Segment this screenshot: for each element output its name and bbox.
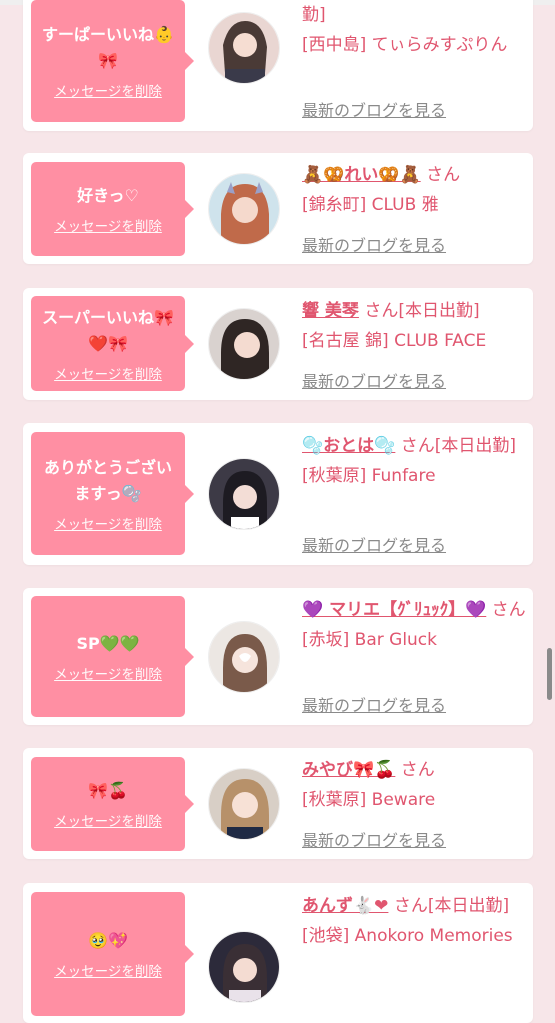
- latest-blog-link[interactable]: 最新のブログを見る: [302, 827, 446, 851]
- sender-shop: [錦糸町] CLUB 雅: [302, 195, 439, 215]
- sender-shop: [西中島] てぃらみすぷりん: [302, 35, 508, 55]
- delete-message-link[interactable]: メッセージを削除: [54, 80, 162, 100]
- sender-shop: [名古屋 錦] CLUB FACE: [302, 331, 487, 351]
- message-card: ありがとうございますっ🫧 メッセージを削除 🫧おとは🫧 さん[本日出勤] [秋葉…: [23, 423, 533, 565]
- sender-info: 🫧おとは🫧 さん[本日出勤] [秋葉原] Funfare: [302, 431, 526, 491]
- sender-line-1: 勤]: [302, 5, 326, 25]
- sender-info: 🧸🥨れい🥨🧸 さん [錦糸町] CLUB 雅: [302, 160, 526, 220]
- sender-name-link[interactable]: 🧸🥨れい🥨🧸: [302, 165, 421, 185]
- sender-info: みやび🎀🍒 さん [秋葉原] Beware: [302, 755, 526, 815]
- sender-suffix: さん[本日出勤]: [358, 301, 480, 321]
- sender-info: 勤] [西中島] てぃらみすぷりん: [302, 0, 526, 60]
- message-bubble: SP💚💚 メッセージを削除: [31, 596, 194, 717]
- message-text: 🎀🍒: [88, 781, 128, 800]
- message-list: すーぱーいいね👶🎀 メッセージを削除 勤] [西中島] てぃらみすぷりん 最新の…: [0, 0, 555, 1023]
- avatar[interactable]: [208, 931, 280, 1003]
- delete-message-link[interactable]: メッセージを削除: [54, 960, 162, 980]
- delete-message-link[interactable]: メッセージを削除: [54, 215, 162, 235]
- latest-blog-link[interactable]: 最新のブログを見る: [302, 532, 446, 556]
- sender-shop: [赤坂] Bar Gluck: [302, 630, 438, 650]
- avatar[interactable]: [208, 173, 280, 245]
- message-card: SP💚💚 メッセージを削除 💜 マリエ【ｸﾞﾘｭｯｸ】💜 さん [赤坂] Bar…: [23, 588, 533, 725]
- sender-suffix: さん[本日出勤]: [388, 896, 510, 916]
- avatar[interactable]: [208, 458, 280, 530]
- message-text: 好きっ♡: [77, 186, 139, 205]
- sender-name-link[interactable]: 響 美琴: [302, 301, 359, 321]
- message-card: スーパーいいね🎀❤️🎀 メッセージを削除 響 美琴 さん[本日出勤] [名古屋 …: [23, 288, 533, 400]
- message-card: 好きっ♡ メッセージを削除 🧸🥨れい🥨🧸 さん [錦糸町] CLUB 雅 最新の…: [23, 153, 533, 264]
- avatar[interactable]: [208, 621, 280, 693]
- message-text: SP💚💚: [76, 633, 140, 653]
- message-bubble: 好きっ♡ メッセージを削除: [31, 162, 194, 256]
- message-bubble: ありがとうございますっ🫧 メッセージを削除: [31, 432, 194, 555]
- message-text: すーぱーいいね👶🎀: [42, 25, 174, 70]
- latest-blog-link[interactable]: 最新のブログを見る: [302, 368, 446, 392]
- delete-message-link[interactable]: メッセージを削除: [54, 663, 162, 683]
- sender-info: 響 美琴 さん[本日出勤] [名古屋 錦] CLUB FACE: [302, 296, 526, 356]
- sender-suffix: さん: [395, 760, 435, 780]
- delete-message-link[interactable]: メッセージを削除: [54, 363, 162, 383]
- latest-blog-link[interactable]: 最新のブログを見る: [302, 97, 446, 121]
- sender-shop: [秋葉原] Funfare: [302, 466, 436, 486]
- message-card: すーぱーいいね👶🎀 メッセージを削除 勤] [西中島] てぃらみすぷりん 最新の…: [23, 0, 533, 131]
- avatar[interactable]: [208, 768, 280, 840]
- scrollbar[interactable]: [547, 648, 552, 700]
- avatar[interactable]: [208, 12, 280, 84]
- latest-blog-link[interactable]: 最新のブログを見る: [302, 692, 446, 716]
- sender-suffix: さん: [420, 165, 461, 185]
- message-bubble: 🥹💖 メッセージを削除: [31, 892, 194, 1016]
- message-card: 🎀🍒 メッセージを削除 みやび🎀🍒 さん [秋葉原] Beware 最新のブログ…: [23, 748, 533, 859]
- sender-name-link[interactable]: 💜 マリエ【ｸﾞﾘｭｯｸ】💜: [302, 600, 486, 620]
- delete-message-link[interactable]: メッセージを削除: [54, 513, 162, 533]
- message-card: 🥹💖 メッセージを削除 あんず🐇❤ さん[本日出勤] [池袋] Anokoro …: [23, 883, 533, 1023]
- sender-suffix: さん[本日出勤]: [395, 436, 517, 456]
- sender-info: 💜 マリエ【ｸﾞﾘｭｯｸ】💜 さん [赤坂] Bar Gluck: [302, 595, 526, 655]
- message-text: ありがとうございますっ🫧: [43, 457, 172, 503]
- sender-info: あんず🐇❤ さん[本日出勤] [池袋] Anokoro Memories: [302, 891, 526, 951]
- message-bubble: 🎀🍒 メッセージを削除: [31, 757, 194, 851]
- sender-suffix: さん: [486, 600, 526, 620]
- sender-name-link[interactable]: 🫧おとは🫧: [302, 436, 395, 456]
- avatar[interactable]: [208, 308, 280, 380]
- latest-blog-link[interactable]: 最新のブログを見る: [302, 232, 446, 256]
- message-text: 🥹💖: [88, 931, 128, 950]
- sender-shop: [池袋] Anokoro Memories: [302, 926, 513, 946]
- delete-message-link[interactable]: メッセージを削除: [54, 810, 162, 830]
- sender-name-link[interactable]: あんず🐇❤: [302, 896, 388, 916]
- sender-name-link[interactable]: みやび🎀🍒: [302, 760, 395, 780]
- message-text: スーパーいいね🎀❤️🎀: [42, 307, 174, 353]
- message-bubble: スーパーいいね🎀❤️🎀 メッセージを削除: [31, 296, 194, 391]
- message-bubble: すーぱーいいね👶🎀 メッセージを削除: [31, 0, 194, 122]
- sender-shop: [秋葉原] Beware: [302, 790, 436, 810]
